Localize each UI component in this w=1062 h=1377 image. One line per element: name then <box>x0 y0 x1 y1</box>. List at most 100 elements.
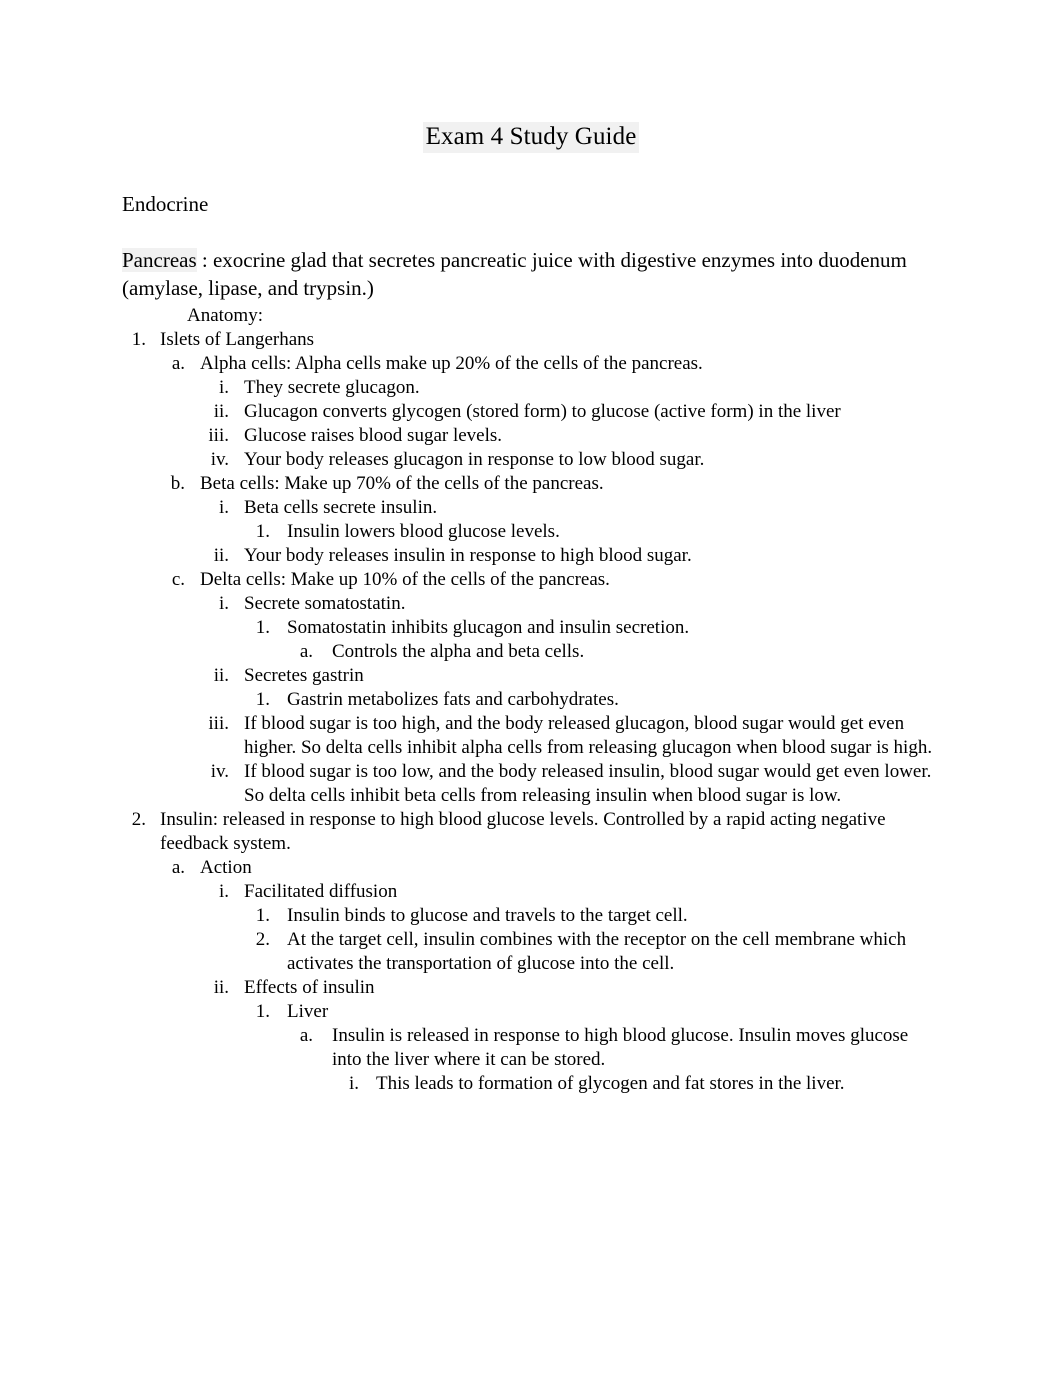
list-marker: b. <box>170 473 185 494</box>
list-item-text: This leads to formation of glycogen and … <box>376 1073 845 1094</box>
list-item-text: Insulin lowers blood glucose levels. <box>287 521 560 542</box>
outline-level-3: i. Facilitated diffusion 1. Insulin bind… <box>200 880 935 1096</box>
list-marker: ii. <box>213 545 229 566</box>
list-item: a. Insulin is released in response to hi… <box>287 1024 935 1096</box>
list-item: a. Alpha cells: Alpha cells make up 20% … <box>160 352 935 472</box>
list-item: b. Beta cells: Make up 70% of the cells … <box>160 472 935 568</box>
section-heading: Endocrine <box>122 192 209 216</box>
list-item: 1. Gastrin metabolizes fats and carbohyd… <box>244 688 935 712</box>
outline-level-1: 1. Islets of Langerhans a. Alpha cells: … <box>122 328 935 1096</box>
list-item-text: Your body releases insulin in response t… <box>244 545 692 566</box>
list-marker: iii. <box>208 713 229 734</box>
list-marker: a. <box>171 353 185 374</box>
outline-level-5: a. Controls the alpha and beta cells. <box>287 640 935 664</box>
list-marker: 2. <box>255 929 270 950</box>
list-item-text: Liver <box>287 1001 329 1022</box>
list-item-text: Beta cells: Make up 70% of the cells of … <box>200 473 604 494</box>
list-item: 2. Insulin: released in response to high… <box>122 808 935 1096</box>
list-item-text: Insulin: released in response to high bl… <box>160 809 886 854</box>
outline-level-3: i. Beta cells secrete insulin. 1. Insuli… <box>200 496 935 568</box>
list-item-text: At the target cell, insulin combines wit… <box>287 929 907 974</box>
list-item-text: Gastrin metabolizes fats and carbohydrat… <box>287 689 619 710</box>
list-item-text: If blood sugar is too high, and the body… <box>244 713 933 758</box>
intro-paragraph: Pancreas : exocrine glad that secretes p… <box>122 246 935 302</box>
list-item: i. Facilitated diffusion 1. Insulin bind… <box>200 880 935 976</box>
list-item: 2. At the target cell, insulin combines … <box>244 928 935 976</box>
list-item: iv. If blood sugar is too low, and the b… <box>200 760 935 808</box>
list-item-text: Delta cells: Make up 10% of the cells of… <box>200 569 610 590</box>
list-item: i. Beta cells secrete insulin. 1. Insuli… <box>200 496 935 544</box>
list-marker: a. <box>171 857 185 878</box>
outline-level-6: i. This leads to formation of glycogen a… <box>332 1072 935 1096</box>
list-item-text: Glucagon converts glycogen (stored form)… <box>244 401 841 422</box>
list-item: ii. Glucagon converts glycogen (stored f… <box>200 400 935 424</box>
list-item: i. Secrete somatostatin. 1. Somatostatin… <box>200 592 935 664</box>
list-item-text: Insulin binds to glucose and travels to … <box>287 905 688 926</box>
list-item-text: Action <box>200 857 252 878</box>
list-marker: 1. <box>255 689 270 710</box>
document-page: Exam 4 Study Guide Endocrine Pancreas : … <box>0 0 1062 1377</box>
intro-rest: : exocrine glad that secretes pancreatic… <box>122 248 907 300</box>
list-item-text: They secrete glucagon. <box>244 377 420 398</box>
outline-level-3: i. Secrete somatostatin. 1. Somatostatin… <box>200 592 935 808</box>
list-marker: 1. <box>255 617 270 638</box>
outline-level-4: 1. Liver a. Insulin is released in respo… <box>244 1000 935 1096</box>
list-item: iii. Glucose raises blood sugar levels. <box>200 424 935 448</box>
list-marker: ii. <box>213 977 229 998</box>
list-marker: i. <box>218 593 229 614</box>
list-item-text: Somatostatin inhibits glucagon and insul… <box>287 617 690 638</box>
list-marker: a. <box>299 641 313 662</box>
list-item: 1. Insulin binds to glucose and travels … <box>244 904 935 928</box>
list-item-text: Islets of Langerhans <box>160 329 315 350</box>
list-marker: 1. <box>255 521 270 542</box>
list-item: a. Action i. Facilitated diffusion 1. In… <box>160 856 935 1096</box>
list-item: i. This leads to formation of glycogen a… <box>332 1072 935 1096</box>
list-item: c. Delta cells: Make up 10% of the cells… <box>160 568 935 808</box>
list-item-text: Beta cells secrete insulin. <box>244 497 438 518</box>
list-marker: iii. <box>208 425 229 446</box>
list-item: ii. Effects of insulin 1. Liver a. Insul… <box>200 976 935 1096</box>
outline-level-3: i. They secrete glucagon. ii. Glucagon c… <box>200 376 935 472</box>
list-item: iii. If blood sugar is too high, and the… <box>200 712 935 760</box>
outline-level-4: 1. Gastrin metabolizes fats and carbohyd… <box>244 688 935 712</box>
outline-level-4: 1. Insulin binds to glucose and travels … <box>244 904 935 976</box>
list-marker: iv. <box>210 449 229 470</box>
anatomy-label: Anatomy: <box>187 305 263 326</box>
list-item-text: Controls the alpha and beta cells. <box>332 641 585 662</box>
document-body: Endocrine Pancreas : exocrine glad that … <box>122 192 935 1096</box>
list-marker: i. <box>218 377 229 398</box>
list-item-text: Your body releases glucagon in response … <box>244 449 705 470</box>
list-marker: 2. <box>131 809 146 830</box>
list-item: a. Controls the alpha and beta cells. <box>287 640 935 664</box>
list-marker: ii. <box>213 665 229 686</box>
list-item-text: Effects of insulin <box>244 977 375 998</box>
list-item-text: Alpha cells: Alpha cells make up 20% of … <box>200 353 703 374</box>
list-item: i. They secrete glucagon. <box>200 376 935 400</box>
page-title-text: Exam 4 Study Guide <box>422 122 640 153</box>
list-item: ii. Your body releases insulin in respon… <box>200 544 935 568</box>
list-marker: 1. <box>255 1001 270 1022</box>
outline-level-5: a. Insulin is released in response to hi… <box>287 1024 935 1096</box>
list-marker: i. <box>348 1073 359 1094</box>
list-marker: 1. <box>131 329 146 350</box>
page-title: Exam 4 Study Guide <box>0 0 1062 153</box>
list-item: 1. Liver a. Insulin is released in respo… <box>244 1000 935 1096</box>
list-marker: i. <box>218 881 229 902</box>
list-item-text: Facilitated diffusion <box>244 881 398 902</box>
outline-level-4: 1. Somatostatin inhibits glucagon and in… <box>244 616 935 664</box>
list-marker: c. <box>171 569 185 590</box>
outline-level-4: 1. Insulin lowers blood glucose levels. <box>244 520 935 544</box>
list-item-text: Secretes gastrin <box>244 665 364 686</box>
outline-level-2: a. Alpha cells: Alpha cells make up 20% … <box>160 352 935 808</box>
list-item-text: If blood sugar is too low, and the body … <box>244 761 932 806</box>
list-item: 1. Insulin lowers blood glucose levels. <box>244 520 935 544</box>
list-marker: a. <box>299 1025 313 1046</box>
list-marker: 1. <box>255 905 270 926</box>
list-item: 1. Somatostatin inhibits glucagon and in… <box>244 616 935 664</box>
list-item-text: Secrete somatostatin. <box>244 593 406 614</box>
list-item-text: Insulin is released in response to high … <box>332 1025 909 1070</box>
list-item: iv. Your body releases glucagon in respo… <box>200 448 935 472</box>
list-item-text: Glucose raises blood sugar levels. <box>244 425 503 446</box>
list-marker: i. <box>218 497 229 518</box>
list-item: ii. Secretes gastrin 1. Gastrin metaboli… <box>200 664 935 712</box>
